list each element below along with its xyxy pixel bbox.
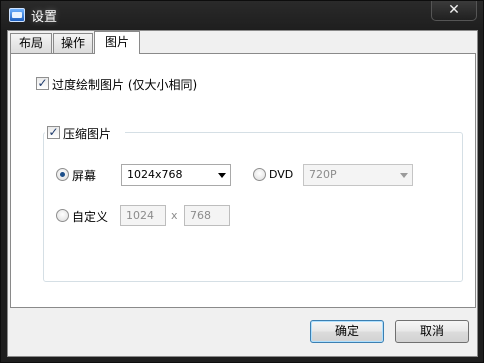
dvd-label[interactable]: DVD bbox=[269, 168, 293, 181]
groupbox-header: ✓ 压缩图片 bbox=[45, 124, 125, 142]
tab-image[interactable]: 图片 bbox=[94, 31, 140, 54]
overdraw-checkbox[interactable]: ✓ bbox=[36, 77, 49, 90]
checkmark-icon: ✓ bbox=[37, 76, 48, 90]
custom-radio[interactable] bbox=[56, 209, 69, 222]
image-settings-panel: ✓ 过度绘制图片 (仅大小相同) ✓ 压缩图片 屏幕 1024x768 DVD bbox=[10, 53, 476, 308]
dvd-resolution-select[interactable]: 720P bbox=[303, 164, 413, 186]
screen-label[interactable]: 屏幕 bbox=[72, 167, 96, 184]
dvd-radio[interactable] bbox=[253, 168, 266, 181]
dialog-client: 布局 操作 图片 ✓ 过度绘制图片 (仅大小相同) ✓ 压缩图片 屏幕 1024… bbox=[7, 30, 478, 357]
compress-label[interactable]: 压缩图片 bbox=[63, 125, 111, 142]
compress-checkbox[interactable]: ✓ bbox=[47, 126, 60, 139]
tab-operation[interactable]: 操作 bbox=[53, 33, 93, 53]
close-button[interactable]: ✕ bbox=[431, 1, 477, 21]
ok-button[interactable]: 确定 bbox=[310, 320, 384, 343]
title-bar[interactable]: 设置 ✕ bbox=[1, 1, 484, 29]
button-bar: 确定 取消 bbox=[10, 308, 476, 356]
screen-resolution-select[interactable]: 1024x768 bbox=[121, 164, 231, 186]
dvd-resolution-value: 720P bbox=[309, 168, 337, 181]
custom-width-input[interactable]: 1024 bbox=[120, 205, 166, 226]
window-title: 设置 bbox=[31, 10, 58, 25]
close-icon: ✕ bbox=[448, 2, 460, 18]
cancel-button[interactable]: 取消 bbox=[395, 320, 469, 343]
overdraw-label[interactable]: 过度绘制图片 (仅大小相同) bbox=[52, 76, 197, 93]
compress-groupbox bbox=[43, 132, 463, 282]
settings-window: 设置 ✕ 布局 操作 图片 ✓ 过度绘制图片 (仅大小相同) ✓ 压缩图片 屏幕… bbox=[0, 0, 484, 363]
screen-resolution-value: 1024x768 bbox=[127, 168, 183, 181]
chevron-down-icon bbox=[400, 173, 408, 178]
tab-layout[interactable]: 布局 bbox=[10, 33, 52, 53]
chevron-down-icon bbox=[218, 173, 226, 178]
custom-label[interactable]: 自定义 bbox=[72, 208, 108, 225]
dimension-separator: x bbox=[171, 209, 178, 222]
screen-radio[interactable] bbox=[56, 168, 69, 181]
custom-height-input[interactable]: 768 bbox=[184, 205, 230, 226]
checkmark-icon: ✓ bbox=[48, 125, 59, 139]
settings-app-icon bbox=[9, 8, 25, 22]
